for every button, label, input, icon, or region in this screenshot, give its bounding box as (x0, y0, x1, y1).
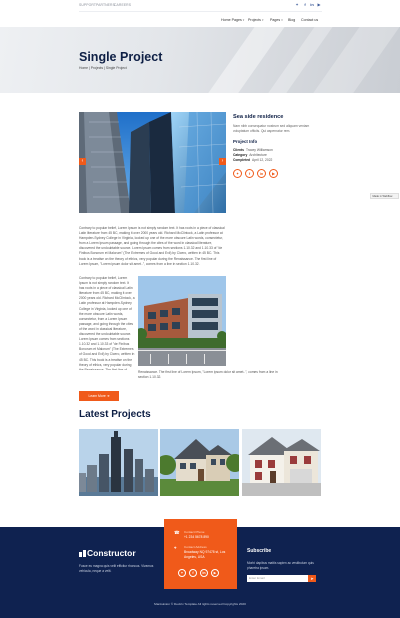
prev-slide-button[interactable]: ‹ (79, 158, 86, 165)
info-row-category: Category Architecture (233, 153, 267, 157)
topbar-divider (79, 11, 322, 12)
contact-address: Broadway NQ 97478 st, Los Angeles, USA (184, 550, 226, 559)
youtube-icon[interactable]: ▶ (317, 3, 321, 7)
nav-blog[interactable]: Blog (288, 18, 295, 22)
contact-phone-label: Contact Phone (184, 530, 205, 534)
youtube-icon[interactable]: ▶ (269, 169, 278, 178)
topbar-link-support[interactable]: SUPPORT (79, 3, 96, 7)
latest-projects-heading: Latest Projects (79, 409, 151, 420)
latest-project-card[interactable] (242, 429, 321, 496)
facebook-icon[interactable]: f (189, 569, 197, 577)
youtube-icon[interactable]: ▶ (211, 569, 219, 577)
project-image (79, 112, 226, 213)
chevron-down-icon: ▾ (242, 18, 245, 22)
footer-description: Fusce eu magna quis velit efficitur rhon… (79, 564, 154, 573)
chevron-left-icon: ‹ (81, 158, 84, 164)
info-row-clients: Clients Tracey Williamson (233, 148, 273, 152)
subscribe-description: Morbi dapibus mattis sapien ac vestibulu… (247, 561, 314, 570)
chevron-down-icon: ▾ (281, 18, 283, 22)
info-row-completed: Completed April 12, 2022 (233, 158, 273, 162)
twitter-icon[interactable]: ✦ (178, 569, 186, 577)
subscribe-title: Subscribe (247, 548, 272, 554)
facebook-icon[interactable]: f (245, 169, 254, 178)
copyright: Mankuinion © Dextrix Template All rights… (154, 602, 246, 606)
top-bar (0, 0, 400, 11)
chevron-down-icon: ▾ (261, 18, 264, 22)
latest-project-card[interactable] (160, 429, 239, 496)
project-info-heading: Project Info (233, 139, 258, 144)
content-paragraph-2-tail: Renaissance. The first line of Lorem Ips… (138, 370, 278, 380)
content-paragraph-1: Contrary to popular belief, Lorem Ipsum … (79, 226, 225, 266)
email-input[interactable]: Enter Email (247, 575, 311, 582)
building-image (138, 276, 226, 366)
twitter-icon[interactable]: ✦ (295, 3, 299, 7)
subscribe-button[interactable]: ➤ (308, 575, 316, 582)
project-description: Nam nibh consequatur nostrum sed aliquam… (233, 124, 310, 133)
footer-logo[interactable]: Constructor (79, 548, 136, 558)
linkedin-icon[interactable]: in (257, 169, 266, 178)
nav-home-pages[interactable]: Home Pages▾ (221, 18, 244, 22)
contact-phone[interactable]: +1 234 5678 890 (184, 535, 209, 540)
learn-more-button[interactable]: Learn More ➔ (79, 391, 119, 401)
chevron-right-icon: › (221, 158, 224, 164)
nav-pages[interactable]: Pages▾ (270, 18, 283, 22)
nav-projects[interactable]: Projects▾ (248, 18, 264, 22)
latest-project-card[interactable] (79, 429, 158, 496)
building-icon (79, 549, 86, 557)
content-paragraph-2: Contrary to popular belief, Lorem Ipsum … (79, 276, 135, 370)
send-icon: ➤ (310, 576, 314, 581)
linkedin-icon[interactable]: in (200, 569, 208, 577)
topbar-link-careers[interactable]: CAREERS (114, 3, 131, 7)
contact-address-label: Contact Address (184, 545, 207, 549)
made-in-webflow-badge[interactable]: Made in Webflow (370, 193, 399, 199)
breadcrumb[interactable]: Home | Projects | Single Project (79, 66, 127, 70)
page-title: Single Project (79, 50, 163, 64)
topbar-link-partners[interactable]: PARTNERS (96, 3, 115, 7)
phone-icon: ☎ (174, 530, 180, 535)
linkedin-icon[interactable]: in (310, 3, 314, 7)
project-title: Sea side residence (233, 114, 284, 120)
location-pin-icon: ⌖ (174, 545, 177, 550)
hero-banner (0, 27, 400, 93)
next-slide-button[interactable]: › (219, 158, 226, 165)
facebook-icon[interactable]: f (303, 3, 307, 7)
twitter-icon[interactable]: ✦ (233, 169, 242, 178)
nav-contact[interactable]: Contact us (301, 18, 318, 22)
